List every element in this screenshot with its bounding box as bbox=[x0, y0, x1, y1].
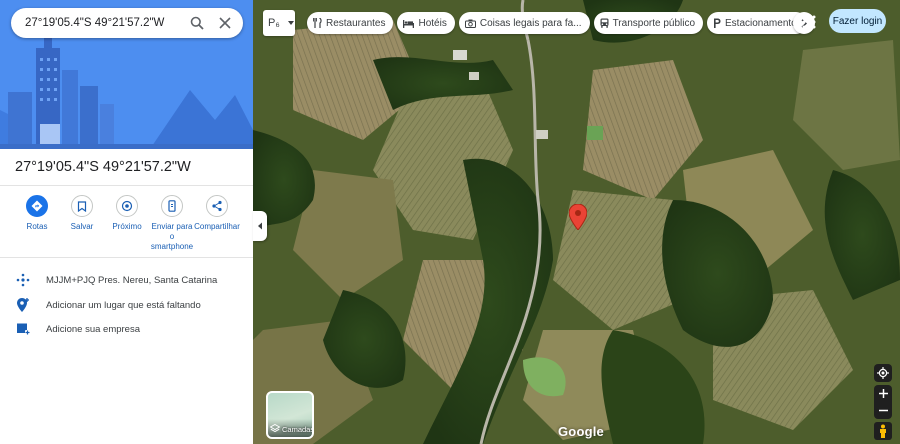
layers-label: Camadas bbox=[282, 424, 314, 434]
search-input[interactable]: 27°19'05.4"S 49°21'57.2"W bbox=[25, 17, 183, 29]
save-label: Salvar bbox=[70, 222, 94, 231]
share-icon bbox=[206, 195, 228, 217]
close-icon[interactable] bbox=[211, 9, 239, 37]
nearby-button[interactable]: Próximo bbox=[104, 195, 150, 232]
zoom-out-button[interactable] bbox=[878, 402, 888, 419]
peg-dropdown[interactable]: P₆ bbox=[263, 10, 295, 36]
google-logo: Google bbox=[558, 424, 604, 439]
chip-label: Hotéis bbox=[418, 17, 447, 29]
save-button[interactable]: Salvar bbox=[59, 195, 105, 232]
zoom-control bbox=[874, 385, 892, 419]
layers-row: Camadas bbox=[270, 424, 314, 434]
send-to-phone-button[interactable]: Enviar para o smartphone bbox=[149, 195, 195, 252]
chevron-down-icon bbox=[287, 21, 294, 25]
collapse-panel-button[interactable] bbox=[253, 211, 267, 241]
chip-label: Estacionamento bbox=[725, 17, 797, 29]
directions-button[interactable]: Rotas bbox=[14, 195, 60, 232]
search-icon[interactable] bbox=[183, 9, 211, 37]
chip-label: Coisas legais para fa... bbox=[479, 17, 582, 29]
plus-code-text: MJJM+PJQ Pres. Nereu, Santa Catarina bbox=[46, 274, 218, 286]
nearby-label: Próximo bbox=[112, 222, 142, 231]
nearby-icon bbox=[116, 195, 138, 217]
chevron-left-icon bbox=[258, 222, 262, 230]
plus-code-row[interactable]: MJJM+PJQ Pres. Nereu, Santa Catarina bbox=[0, 268, 253, 292]
add-place-row[interactable]: Adicionar um lugar que está faltando bbox=[0, 293, 253, 317]
chip-things-to-do[interactable]: Coisas legais para fa... bbox=[458, 12, 590, 34]
apps-grid-icon[interactable] bbox=[800, 13, 818, 31]
chip-hotels[interactable]: Hotéis bbox=[397, 12, 455, 34]
add-business-text: Adicione sua empresa bbox=[46, 323, 140, 335]
chip-parking[interactable]: Estacionamento bbox=[707, 12, 808, 34]
add-business-icon bbox=[0, 322, 46, 336]
action-bar: Rotas Salvar Próximo Enviar para o smart… bbox=[0, 195, 253, 255]
directions-label: Rotas bbox=[26, 222, 48, 231]
divider bbox=[0, 185, 253, 186]
add-place-text: Adicionar um lugar que está faltando bbox=[46, 299, 201, 311]
login-button[interactable]: Fazer login bbox=[829, 9, 886, 33]
directions-icon bbox=[26, 195, 48, 217]
my-location-icon bbox=[877, 367, 889, 379]
send-to-phone-label: Enviar para o smartphone bbox=[150, 222, 194, 251]
phone-icon bbox=[161, 195, 183, 217]
add-place-icon bbox=[0, 297, 46, 313]
share-button[interactable]: Compartilhar bbox=[194, 195, 240, 232]
plus-code-icon bbox=[0, 273, 46, 287]
page-title: 27°19'05.4"S 49°21'57.2"W bbox=[15, 159, 191, 175]
layers-icon bbox=[270, 424, 280, 433]
hotel-icon bbox=[403, 19, 415, 28]
layers-button[interactable]: Camadas bbox=[266, 391, 314, 439]
chip-label: Transporte público bbox=[612, 17, 696, 29]
camera-icon bbox=[464, 19, 476, 28]
minus-icon bbox=[878, 409, 888, 412]
transit-icon bbox=[600, 18, 609, 28]
divider bbox=[0, 257, 253, 258]
add-business-row[interactable]: Adicione sua empresa bbox=[0, 317, 253, 341]
chip-transit[interactable]: Transporte público bbox=[593, 12, 704, 34]
my-location-button[interactable] bbox=[874, 364, 892, 382]
satellite-map[interactable] bbox=[253, 0, 900, 444]
pegman-icon bbox=[880, 424, 886, 438]
peg-label: P₆ bbox=[268, 17, 280, 29]
category-chip-bar: P₆ Restaurantes Hotéis Coisas legais par… bbox=[263, 10, 816, 36]
zoom-in-button[interactable] bbox=[878, 385, 888, 402]
chip-restaurants[interactable]: Restaurantes bbox=[307, 12, 394, 34]
parking-icon bbox=[713, 18, 721, 28]
share-label: Compartilhar bbox=[194, 222, 240, 231]
restaurant-icon bbox=[313, 18, 322, 28]
bookmark-icon bbox=[71, 195, 93, 217]
sidebar-panel: 27°19'05.4"S 49°21'57.2"W 27°19'05.4"S 4… bbox=[0, 0, 253, 444]
location-pin-icon[interactable] bbox=[569, 204, 587, 230]
chip-label: Restaurantes bbox=[326, 17, 386, 29]
plus-icon bbox=[878, 389, 888, 398]
search-box[interactable]: 27°19'05.4"S 49°21'57.2"W bbox=[11, 8, 243, 38]
street-view-pegman[interactable] bbox=[874, 422, 892, 440]
